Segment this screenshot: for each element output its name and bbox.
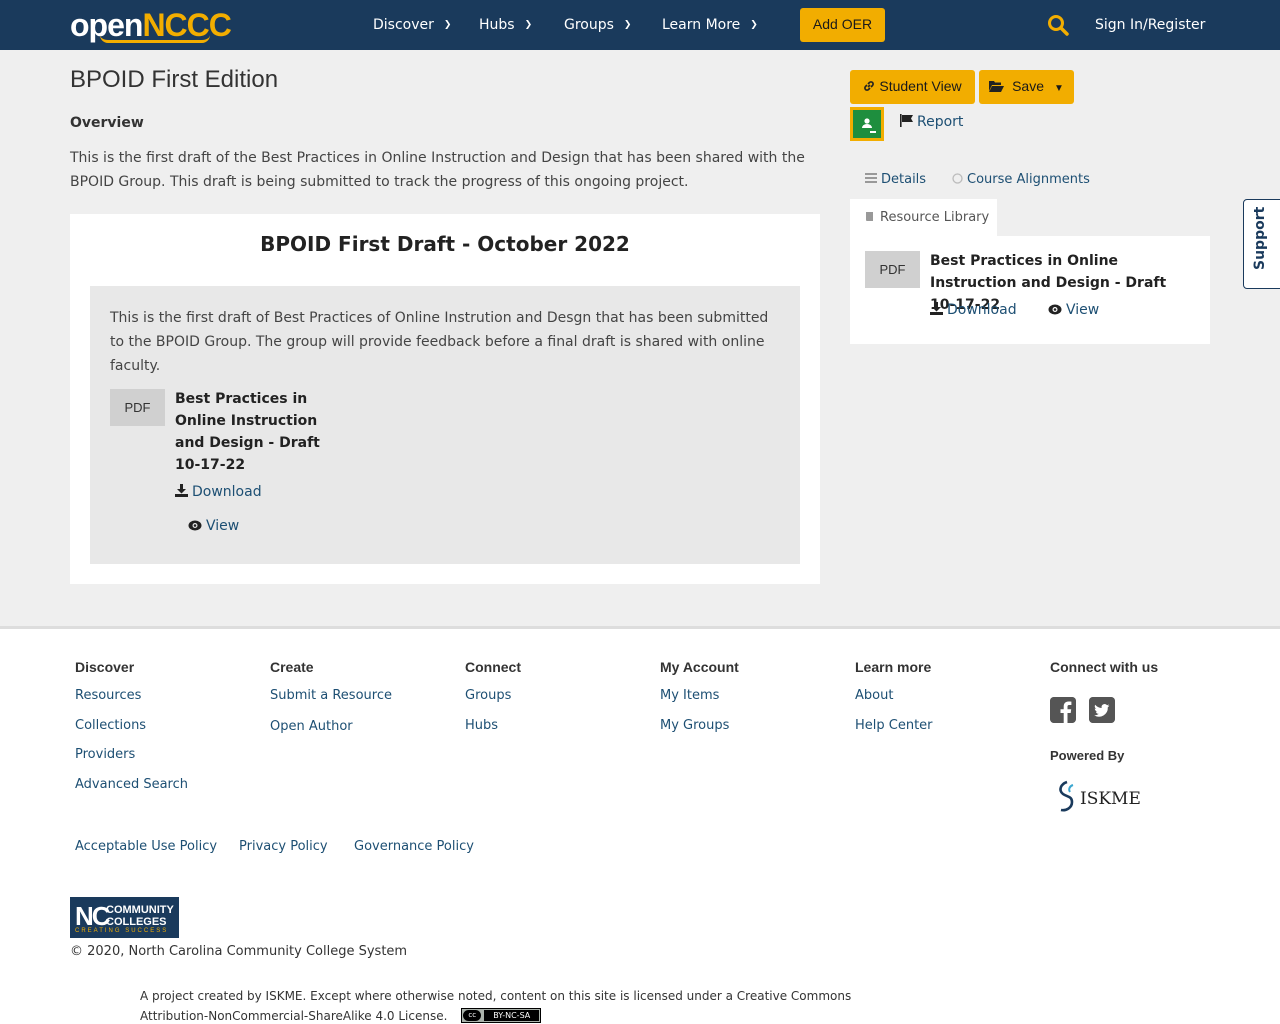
link-icon: [864, 81, 875, 91]
download-link[interactable]: Download: [175, 484, 262, 500]
eye-icon: [188, 520, 202, 531]
nav-groups[interactable]: Groups ❯: [564, 0, 631, 50]
nav-discover[interactable]: Discover ❯: [373, 0, 451, 50]
footer-link-advanced-search[interactable]: Advanced Search: [75, 777, 188, 792]
footer-link-governance-policy[interactable]: Governance Policy: [354, 839, 474, 854]
add-oer-button[interactable]: Add OER: [800, 8, 885, 42]
section-title: BPOID First Draft - October 2022: [260, 232, 630, 256]
chevron-down-icon: ❯: [443, 20, 452, 30]
tab-details[interactable]: Details: [865, 172, 926, 187]
circle-icon: [952, 173, 963, 184]
powered-by-label: Powered By: [1050, 748, 1125, 763]
footer-link-my-groups[interactable]: My Groups: [660, 718, 729, 733]
pdf-file-icon: PDF: [110, 389, 165, 426]
caret-down-icon: ▼: [1054, 83, 1064, 94]
footer-link-resources[interactable]: Resources: [75, 688, 141, 703]
footer-heading-connect: Connect: [465, 659, 521, 675]
logo-swoosh: [100, 35, 210, 43]
cc-license-badge[interactable]: cc BY-NC-SA: [461, 1008, 542, 1023]
footer-link-open-author[interactable]: Open Author: [270, 719, 353, 734]
section-body: This is the first draft of Best Practice…: [90, 286, 800, 564]
footer-link-about[interactable]: About: [855, 688, 893, 703]
footer-link-help-center[interactable]: Help Center: [855, 718, 933, 733]
support-tab[interactable]: Support: [1243, 199, 1280, 289]
section-description: This is the first draft of Best Practice…: [110, 310, 769, 374]
eye-icon: [1048, 304, 1062, 315]
iskme-logo-text: ISKME: [1080, 789, 1141, 809]
folder-open-icon: [989, 81, 1005, 92]
footer-link-hubs[interactable]: Hubs: [465, 718, 498, 733]
nav-learn-more[interactable]: Learn More ❯: [662, 0, 758, 50]
list-icon: [865, 173, 877, 183]
footer-heading-learn-more: Learn more: [855, 659, 932, 675]
twitter-icon[interactable]: [1089, 697, 1115, 723]
overview-heading: Overview: [70, 115, 144, 131]
tab-resource-library[interactable]: Resource Library: [850, 199, 997, 237]
search-icon[interactable]: [1047, 14, 1069, 36]
license-text: A project created by ISKME. Except where…: [140, 989, 852, 1023]
flag-icon: [900, 114, 913, 127]
opennccc-logo[interactable]: openNCCC: [70, 7, 232, 43]
footer-link-my-items[interactable]: My Items: [660, 688, 719, 703]
nav-hubs[interactable]: Hubs ❯: [479, 0, 532, 50]
site-footer: Discover Resources Collections Providers…: [0, 626, 1280, 1024]
footer-heading-create: Create: [270, 659, 314, 675]
nc-community-colleges-logo[interactable]: NC COMMUNITY COLLEGES CREATING SUCCESS: [70, 897, 179, 938]
sign-in-register-link[interactable]: Sign In/Register: [1095, 0, 1205, 50]
library-download-link[interactable]: Download: [930, 302, 1017, 318]
footer-link-submit-resource[interactable]: Submit a Resource: [270, 688, 392, 703]
download-icon: [930, 302, 943, 315]
resource-library-panel: PDF Best Practices in Online Instruction…: [850, 236, 1210, 344]
footer-heading-my-account: My Account: [660, 659, 739, 675]
student-view-button[interactable]: Student View: [850, 70, 975, 104]
footer-link-providers[interactable]: Providers: [75, 747, 135, 762]
footer-link-groups[interactable]: Groups: [465, 688, 511, 703]
save-button[interactable]: Save ▼: [979, 70, 1074, 104]
page-title: BPOID First Edition: [70, 66, 279, 93]
classroom-glyph: [856, 114, 878, 133]
footer-heading-discover: Discover: [75, 659, 135, 675]
footer-heading-connect-with-us: Connect with us: [1050, 659, 1159, 675]
footer-link-collections[interactable]: Collections: [75, 718, 146, 733]
chevron-down-icon: ❯: [524, 20, 533, 30]
chevron-down-icon: ❯: [750, 20, 758, 30]
overview-text: This is the first draft of the Best Prac…: [70, 150, 805, 190]
resource-section-panel: BPOID First Draft - October 2022 This is…: [70, 214, 820, 584]
book-icon: [866, 212, 873, 221]
footer-link-acceptable-use-policy[interactable]: Acceptable Use Policy: [75, 839, 217, 854]
report-link[interactable]: Report: [900, 114, 963, 130]
facebook-icon[interactable]: [1050, 697, 1076, 723]
top-navbar: openNCCC Discover ❯ Hubs ❯ Groups ❯ Learn M…: [0, 0, 1280, 50]
download-icon: [175, 484, 188, 497]
google-classroom-icon[interactable]: [850, 107, 884, 141]
view-link[interactable]: View: [188, 518, 239, 534]
copyright-text: © 2020, North Carolina Community College…: [70, 944, 408, 959]
file-title: Best Practices in Online Instruction and…: [175, 391, 320, 473]
pdf-file-icon: PDF: [865, 251, 920, 288]
library-view-link[interactable]: View: [1048, 302, 1099, 318]
chevron-down-icon: ❯: [623, 20, 632, 30]
footer-link-privacy-policy[interactable]: Privacy Policy: [239, 839, 328, 854]
tab-course-alignments[interactable]: Course Alignments: [952, 172, 1090, 187]
